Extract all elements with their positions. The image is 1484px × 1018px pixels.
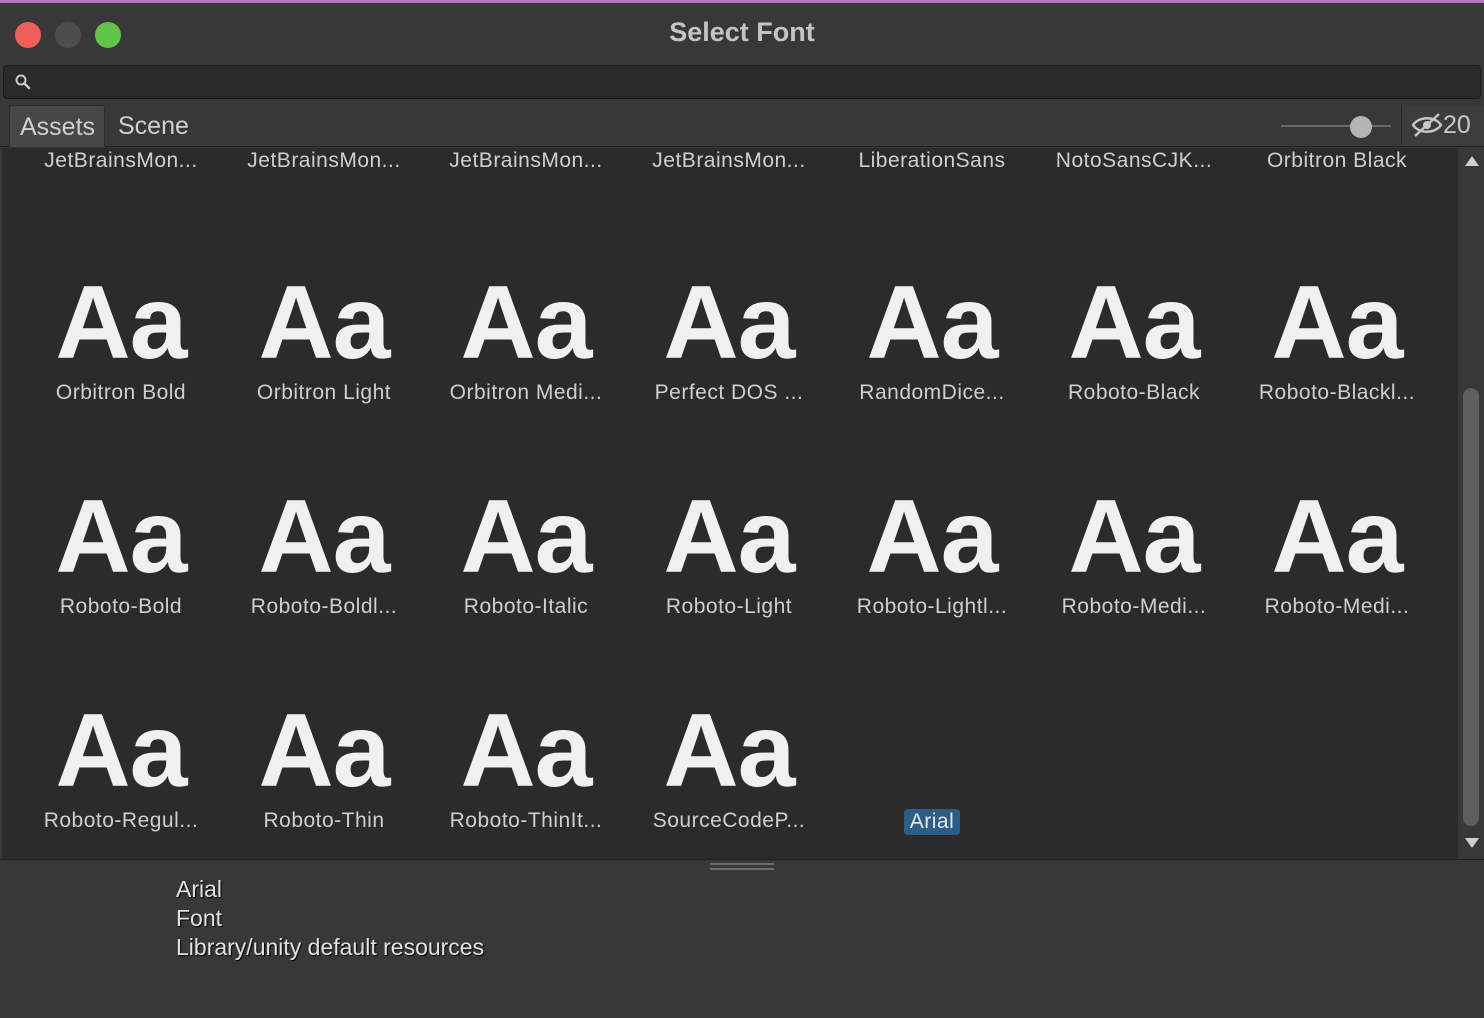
detail-type: Font (176, 905, 223, 931)
font-asset-item[interactable]: Aa Roboto-Light (629, 399, 829, 618)
splitter[interactable] (0, 859, 1484, 873)
font-asset-item[interactable]: Aa Orbitron Bold (21, 185, 221, 404)
font-asset-label: Orbitron Black (1266, 149, 1408, 172)
font-preview-icon: Aa (1271, 265, 1404, 381)
font-preview-icon: Aa (460, 479, 593, 595)
font-preview-icon: Aa (258, 693, 391, 809)
font-asset-label: LiberationSans (858, 149, 1006, 172)
font-preview-icon: Aa (258, 265, 391, 381)
tab-row: Assets Scene (0, 103, 1484, 147)
select-font-window: Select Font Assets Scene 20 JetBrainsMon… (0, 0, 1484, 1018)
selected-font-label: Arial (903, 809, 961, 835)
detail-path: Library/unity default resources (176, 934, 485, 960)
font-asset-item[interactable]: Aa SourceCodeP... (629, 613, 829, 832)
font-asset-item[interactable]: Aa Roboto-Lightl... (832, 399, 1032, 618)
font-asset-item[interactable]: Aa Roboto-Medi... (1237, 399, 1437, 618)
font-asset-label: JetBrainsMon... (44, 149, 198, 172)
detail-name: Arial (176, 876, 223, 902)
splitter-grip[interactable] (710, 868, 774, 870)
size-slider-track[interactable] (1281, 125, 1391, 127)
font-preview-icon: Aa (1271, 479, 1404, 595)
title-bar: Select Font (0, 3, 1484, 63)
font-preview-icon: Aa (460, 265, 593, 381)
scroll-thumb[interactable] (1463, 388, 1479, 826)
scroll-up-icon[interactable] (1464, 155, 1480, 167)
font-preview-icon: Aa (663, 479, 796, 595)
font-asset-label: NotoSansCJK... (1055, 149, 1213, 172)
font-asset-label: Roboto-Medi... (1061, 595, 1207, 618)
search-bar[interactable] (3, 65, 1481, 99)
font-preview-icon: Aa (460, 693, 593, 809)
font-asset-item[interactable]: Aa Perfect DOS ... (629, 185, 829, 404)
font-preview-icon: Aa (663, 693, 796, 809)
font-preview-icon: Aa (1068, 479, 1201, 595)
search-input[interactable] (40, 66, 1472, 98)
font-preview-icon: Aa (866, 265, 999, 381)
splitter-grip[interactable] (710, 863, 774, 865)
hidden-eye-icon[interactable] (1411, 112, 1443, 138)
font-asset-item[interactable]: Aa Roboto-ThinIt... (426, 613, 626, 832)
font-asset-item[interactable]: Aa Orbitron Medi... (426, 185, 626, 404)
font-asset-label: SourceCodeP... (652, 809, 806, 832)
font-preview-icon: Aa (258, 479, 391, 595)
font-asset-label: JetBrainsMon... (449, 149, 603, 172)
font-asset-item[interactable]: Aa Roboto-Bold (21, 399, 221, 618)
font-preview-icon: Aa (55, 479, 188, 595)
font-asset-label: Roboto-ThinIt... (449, 809, 603, 832)
font-preview-icon: Aa (55, 265, 188, 381)
font-asset-item[interactable]: Aa Roboto-Thin (224, 613, 424, 832)
font-preview-icon: Aa (663, 265, 796, 381)
font-asset-item[interactable]: Aa Roboto-Black (1034, 185, 1234, 404)
font-asset-item[interactable]: Aa Orbitron Light (224, 185, 424, 404)
details-panel: Arial Font Library/unity default resourc… (0, 873, 1484, 1018)
font-asset-label: Roboto-Regul... (43, 809, 199, 832)
font-asset-item[interactable]: Aa Roboto-Medi... (1034, 399, 1234, 618)
font-asset-label: Arial (832, 809, 1032, 835)
font-asset-label: Roboto-Medi... (1264, 595, 1410, 618)
font-asset-item[interactable]: Arial (832, 613, 1032, 835)
scroll-down-icon[interactable] (1464, 837, 1480, 849)
font-asset-label: JetBrainsMon... (652, 149, 806, 172)
tab-scene[interactable]: Scene (108, 105, 199, 147)
font-asset-item[interactable]: Aa Roboto-Italic (426, 399, 626, 618)
font-preview-icon: Aa (866, 479, 999, 595)
font-asset-item[interactable]: Aa RandomDice... (832, 185, 1032, 404)
font-asset-label: Roboto-Thin (263, 809, 385, 832)
font-preview-icon: Aa (55, 693, 188, 809)
hidden-count: 20 (1443, 111, 1471, 139)
font-asset-item[interactable]: Aa Roboto-Boldl... (224, 399, 424, 618)
tab-assets[interactable]: Assets (9, 105, 105, 147)
window-title: Select Font (669, 17, 815, 47)
font-preview-icon: Aa (1068, 265, 1201, 381)
asset-grid: JetBrainsMon... JetBrainsMon... JetBrainsM… (2, 148, 1458, 859)
font-asset-label: JetBrainsMon... (247, 149, 401, 172)
search-icon (15, 74, 31, 90)
font-asset-item[interactable]: Aa Roboto-Regul... (21, 613, 221, 832)
font-asset-item[interactable]: Aa Roboto-Blackl... (1237, 185, 1437, 404)
